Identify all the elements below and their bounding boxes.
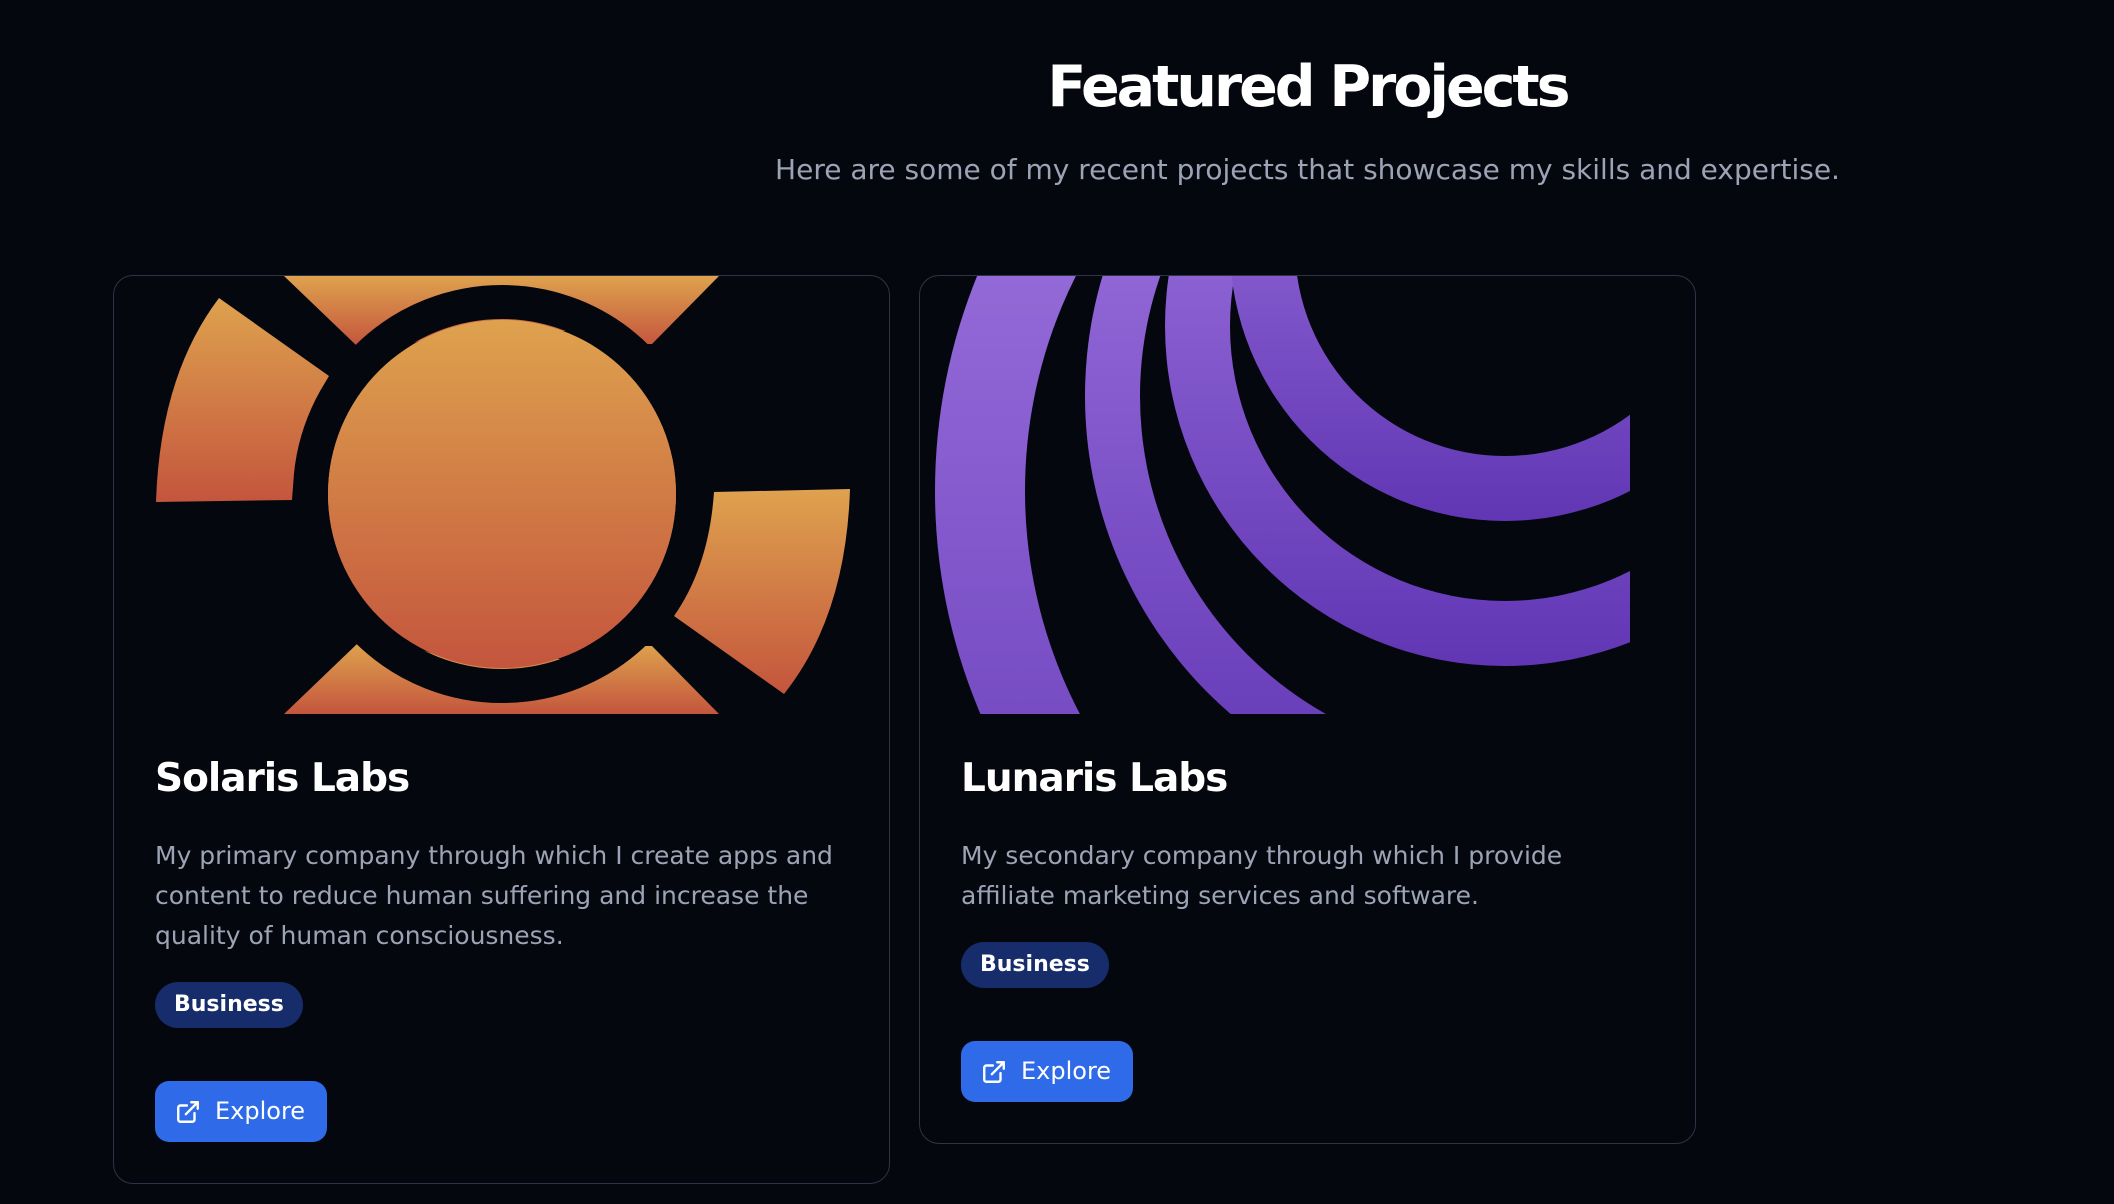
explore-button[interactable]: Explore	[155, 1081, 328, 1142]
explore-button-label: Explore	[1021, 1057, 1112, 1085]
project-card-lunaris: Lunaris Labs My secondary company throug…	[919, 275, 1696, 1144]
featured-projects-section: Featured Projects Here are some of my re…	[0, 0, 2114, 1204]
external-link-icon	[983, 1060, 1005, 1083]
project-tag-badge: Business	[155, 982, 303, 1028]
project-tag-badge: Business	[961, 942, 1109, 988]
explore-button[interactable]: Explore	[961, 1041, 1134, 1102]
lunaris-logo-image	[935, 276, 1630, 714]
project-description: My primary company through which I creat…	[155, 841, 833, 950]
external-link-icon	[177, 1100, 199, 1123]
explore-button-label: Explore	[215, 1097, 306, 1125]
project-description: My secondary company through which I pro…	[961, 841, 1563, 910]
section-subtitle: Here are some of my recent projects that…	[775, 153, 1840, 186]
section-title: Featured Projects	[1047, 54, 1570, 120]
project-title: Lunaris Labs	[961, 756, 1228, 801]
project-title: Solaris Labs	[155, 756, 410, 801]
solaris-logo-image	[156, 276, 850, 714]
project-card-solaris: Solaris Labs My primary company through …	[113, 275, 890, 1184]
